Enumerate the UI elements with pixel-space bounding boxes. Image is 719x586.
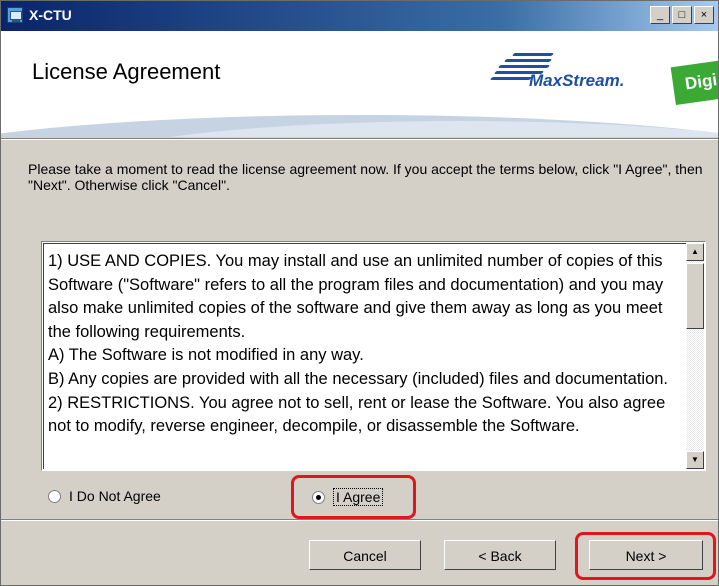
agree-highlight-box [291, 475, 416, 519]
scroll-up-arrow-icon[interactable]: ▲ [686, 243, 704, 261]
license-scrollbar[interactable]: ▲ ▼ [686, 243, 704, 469]
header-divider [1, 138, 718, 140]
license-paragraph: 1) USE AND COPIES. You may install and u… [48, 252, 664, 341]
cancel-button[interactable]: Cancel [309, 540, 421, 570]
footer-divider [1, 519, 718, 521]
window-title: X-CTU [29, 7, 72, 23]
license-paragraph: A) The Software is not modified in any w… [48, 346, 364, 365]
next-highlight-box [575, 532, 716, 580]
instructions-text: Please take a moment to read the license… [28, 161, 703, 193]
page-title: License Agreement [32, 59, 221, 84]
header-banner: License Agreement MaxStream. Digi [1, 31, 718, 137]
back-button[interactable]: < Back [444, 540, 556, 570]
license-content: 1) USE AND COPIES. You may install and u… [44, 244, 686, 439]
scroll-down-arrow-icon[interactable]: ▼ [686, 451, 704, 469]
title-bar: X-CTU _ □ × [1, 1, 718, 31]
license-textbox[interactable]: 1) USE AND COPIES. You may install and u… [41, 241, 706, 471]
minimize-button[interactable]: _ [650, 6, 670, 24]
license-paragraph: 2) RESTRICTIONS. You agree not to sell, … [48, 393, 666, 436]
maxstream-logo: MaxStream. [529, 71, 625, 90]
app-icon [7, 7, 23, 23]
scroll-thumb[interactable] [686, 263, 704, 329]
license-viewport: 1) USE AND COPIES. You may install and u… [43, 243, 686, 469]
digi-logo: Digi [670, 59, 718, 105]
close-button[interactable]: × [694, 6, 714, 24]
disagree-label[interactable]: I Do Not Agree [69, 488, 161, 504]
disagree-option[interactable]: I Do Not Agree [48, 488, 161, 504]
installer-window: X-CTU _ □ × License Agreement MaxStream.… [0, 0, 719, 586]
license-paragraph: B) Any copies are provided with all the … [48, 369, 669, 388]
disagree-radio[interactable] [48, 489, 61, 503]
maximize-button[interactable]: □ [672, 6, 692, 24]
window-controls: _ □ × [650, 6, 714, 24]
